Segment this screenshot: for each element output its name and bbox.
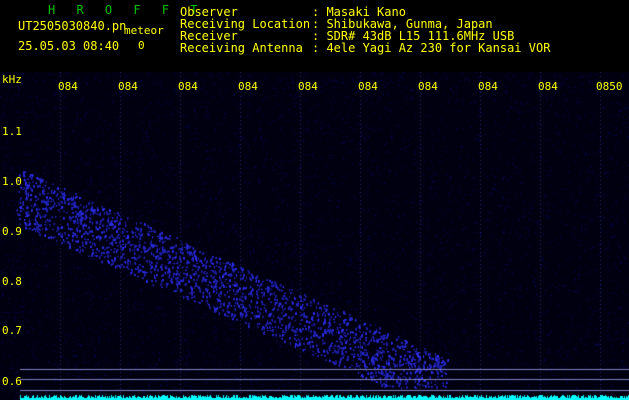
- time-tick-label: 084: [178, 80, 198, 93]
- antenna-label: Receiving Antenna: [180, 41, 303, 55]
- time-tick-label: 084: [478, 80, 498, 93]
- meteor-count: 0: [138, 39, 145, 52]
- y-tick-label: 0.7: [2, 324, 22, 337]
- meteor-label: meteor: [124, 24, 164, 37]
- file-name: UT2505030840.pn: [18, 19, 127, 33]
- y-tick-label: 0.6: [2, 375, 22, 388]
- spectrogram-canvas: [0, 72, 629, 400]
- time-tick-label: 084: [238, 80, 258, 93]
- time-tick-label: 084: [358, 80, 378, 93]
- time-tick-label: 084: [58, 80, 78, 93]
- y-tick-label: 0.9: [2, 225, 22, 238]
- y-tick-label: 0.8: [2, 275, 22, 288]
- time-tick-label: 0850: [596, 80, 623, 93]
- time-tick-label: 084: [298, 80, 318, 93]
- y-tick-label: 1.0: [2, 175, 22, 188]
- time-tick-label: 084: [538, 80, 558, 93]
- time-tick-label: 084: [418, 80, 438, 93]
- time-tick-label: 084: [118, 80, 138, 93]
- date-time: 25.05.03 08:40: [18, 39, 120, 53]
- y-tick-label: 1.1: [2, 125, 22, 138]
- antenna-value: : 4ele Yagi Az 230 for Kansai VOR: [312, 41, 551, 55]
- unit-label: kHz: [2, 73, 22, 86]
